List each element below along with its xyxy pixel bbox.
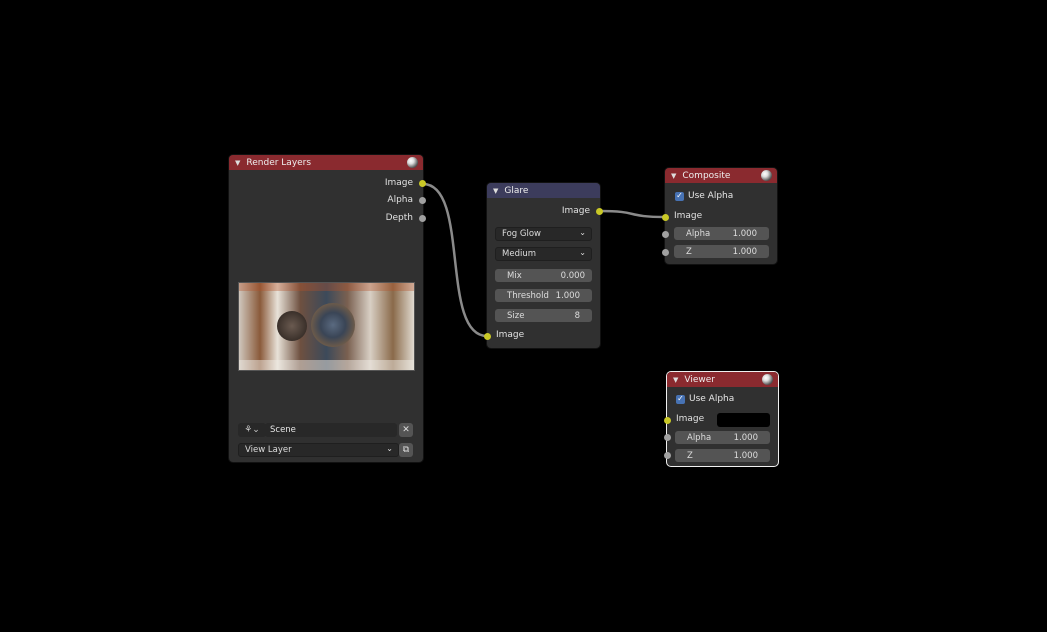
z-value: 1.000 [733,450,758,461]
use-alpha-label: Use Alpha [688,191,734,201]
link-glare-to-composite [599,209,666,219]
input-z-socket[interactable] [662,249,669,256]
input-alpha-socket[interactable] [662,231,669,238]
output-image-socket[interactable] [596,208,603,215]
chevron-down-icon: ⌄ [579,248,586,257]
scene-icon: ⚘⌄ [244,425,260,435]
checkmark-icon: ✓ [676,394,685,404]
use-alpha-label: Use Alpha [689,394,735,404]
node-title: Render Layers [246,157,312,168]
view-layer-dropdown[interactable]: View Layer ⌄ [238,443,399,457]
link-renderlayers-to-glare [422,182,488,338]
z-field[interactable]: Z 1.000 [675,449,770,462]
use-alpha-checkbox[interactable]: ✓ Use Alpha [675,191,733,201]
mix-field[interactable]: Mix 0.000 [495,269,592,282]
alpha-value: 1.000 [733,432,758,443]
close-icon: ✕ [402,425,410,435]
output-alpha-label: Alpha [387,195,413,205]
threshold-field[interactable]: Threshold 1.000 [495,289,592,302]
glare-type-dropdown[interactable]: Fog Glow ⌄ [495,227,592,241]
input-image-label: Image [674,211,703,221]
mix-value: 0.000 [560,270,585,281]
input-image-socket[interactable] [484,333,491,340]
output-image-socket[interactable] [419,180,426,187]
collapse-triangle-icon[interactable]: ▼ [493,187,498,195]
input-z-socket[interactable] [664,452,671,459]
glare-quality-value: Medium [502,249,536,259]
output-image-label: Image [561,206,590,216]
chevron-down-icon: ⌄ [579,228,586,237]
size-field[interactable]: Size 8 [495,309,592,322]
alpha-value: 1.000 [732,228,757,239]
collapse-triangle-icon[interactable]: ▼ [235,159,240,167]
render-preview-sphere-icon[interactable] [407,157,418,168]
alpha-label: Alpha [686,228,711,239]
composite-node[interactable]: ▼ Composite ✓ Use Alpha Image Alpha 1.00… [662,168,777,264]
input-alpha-socket[interactable] [664,434,671,441]
node-title: Viewer [684,374,715,385]
z-label: Z [686,246,692,257]
alpha-field[interactable]: Alpha 1.000 [674,227,769,240]
output-depth-label: Depth [385,213,413,223]
image-color-swatch[interactable] [717,413,770,427]
render-layers-header[interactable]: ▼ Render Layers [229,155,423,170]
output-image-label: Image [384,178,413,188]
render-preview-image [238,282,415,371]
viewer-header[interactable]: ▼ Viewer [667,372,778,387]
input-image-socket[interactable] [662,214,669,221]
glare-node[interactable]: ▼ Glare Image Fog Glow ⌄ Medium ⌄ Mix 0.… [484,183,603,348]
z-field[interactable]: Z 1.000 [674,245,769,258]
size-value: 8 [574,310,580,321]
scene-selector[interactable]: ⚘⌄ [238,423,266,437]
input-image-socket[interactable] [664,417,671,424]
viewer-node[interactable]: ▼ Viewer ✓ Use Alpha Image Alpha 1.000 Z… [664,372,778,466]
alpha-label: Alpha [687,432,712,443]
scene-clear-button[interactable]: ✕ [399,423,413,437]
render-preview-sphere-icon[interactable] [761,170,772,181]
collapse-triangle-icon[interactable]: ▼ [673,376,678,384]
output-depth-socket[interactable] [419,215,426,222]
view-layer-render-button[interactable]: ⧉ [399,443,413,457]
input-image-label: Image [676,414,705,424]
z-label: Z [687,450,693,461]
scene-value: Scene [270,425,296,435]
checkmark-icon: ✓ [675,191,684,201]
composite-header[interactable]: ▼ Composite [665,168,777,183]
glare-type-value: Fog Glow [502,229,541,239]
collapse-triangle-icon[interactable]: ▼ [671,172,676,180]
input-image-label: Image [496,330,525,340]
threshold-label: Threshold [507,290,549,301]
render-preview-sphere-icon[interactable] [762,374,773,385]
render-layer-icon: ⧉ [402,445,410,455]
z-value: 1.000 [732,246,757,257]
scene-field[interactable]: Scene [265,423,397,437]
node-title: Glare [504,185,529,196]
chevron-down-icon: ⌄ [386,444,393,453]
node-title: Composite [682,170,731,181]
view-layer-value: View Layer [245,445,292,455]
output-alpha-socket[interactable] [419,197,426,204]
glare-quality-dropdown[interactable]: Medium ⌄ [495,247,592,261]
use-alpha-checkbox[interactable]: ✓ Use Alpha [676,394,734,404]
alpha-field[interactable]: Alpha 1.000 [675,431,770,444]
render-layers-node[interactable]: ▼ Render Layers Image Alpha Depth ⚘⌄ Sce… [229,155,426,462]
size-label: Size [507,310,525,321]
glare-header[interactable]: ▼ Glare [487,183,600,198]
mix-label: Mix [507,270,522,281]
threshold-value: 1.000 [555,290,580,301]
